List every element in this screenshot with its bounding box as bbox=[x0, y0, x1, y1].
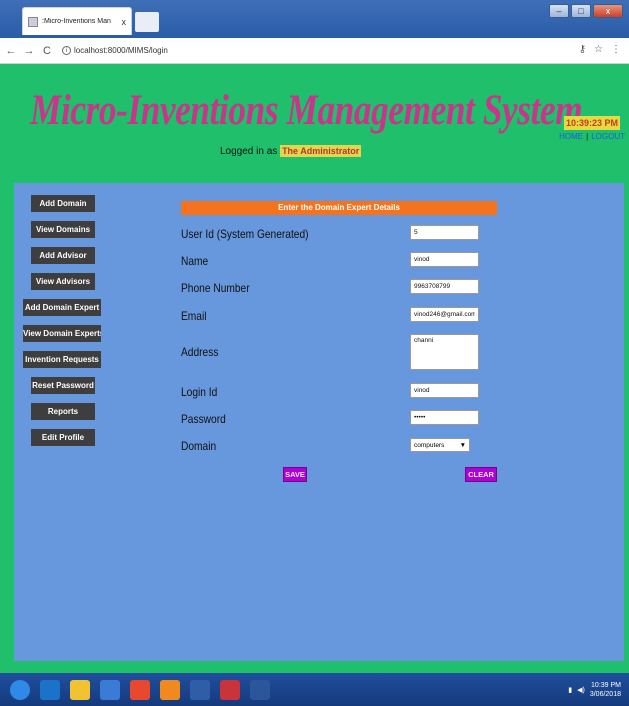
tab-title: :Micro-Inventions Man bbox=[42, 18, 111, 25]
sidebar-item-add-domain[interactable]: Add Domain bbox=[31, 195, 95, 212]
browser-menu-icon[interactable]: ⋮ bbox=[611, 44, 621, 55]
word-icon[interactable] bbox=[250, 679, 270, 700]
domain-row: Domain computers ▼ bbox=[181, 437, 501, 455]
name-field[interactable] bbox=[410, 252, 479, 267]
system-tray: ▮ ◀) 10:39 PM 3/06/2018 bbox=[568, 681, 621, 699]
logout-link[interactable]: LOGOUT bbox=[591, 132, 625, 141]
sidebar-item-view-advisors[interactable]: View Advisors bbox=[31, 273, 95, 290]
user-id-label: User Id (System Generated) bbox=[181, 227, 309, 241]
sidebar-item-view-domain-experts[interactable]: View Domain Experts bbox=[23, 325, 101, 342]
minimize-button[interactable]: – bbox=[549, 4, 569, 18]
reload-icon[interactable]: C bbox=[40, 45, 54, 57]
sidebar: Add Domain View Domains Add Advisor View… bbox=[23, 195, 103, 455]
window-controls: – □ x bbox=[549, 4, 623, 18]
url-field[interactable]: i localhost:8000/MIMS/login bbox=[62, 46, 168, 55]
new-tab-button[interactable] bbox=[135, 12, 159, 32]
email-label: Email bbox=[181, 309, 207, 323]
url-text[interactable]: localhost:8000/MIMS/login bbox=[74, 46, 168, 55]
password-field[interactable] bbox=[410, 410, 479, 425]
sidebar-item-add-domain-expert[interactable]: Add Domain Expert bbox=[23, 299, 101, 316]
taskbar: ▮ ◀) 10:39 PM 3/06/2018 bbox=[0, 673, 629, 706]
domain-select[interactable]: computers ▼ bbox=[410, 438, 470, 452]
domain-selected-value: computers bbox=[414, 441, 445, 449]
login-id-field[interactable] bbox=[410, 383, 479, 398]
phone-field[interactable] bbox=[410, 279, 479, 294]
link-separator: | bbox=[586, 132, 589, 141]
network-icon[interactable]: ▮ bbox=[568, 686, 572, 694]
address-bar: ← → C i localhost:8000/MIMS/login ⚷ ☆ ⋮ bbox=[0, 38, 629, 64]
explorer-icon[interactable] bbox=[70, 679, 90, 700]
app-icon[interactable] bbox=[190, 679, 210, 700]
browser-tab[interactable]: :Micro-Inventions Man x bbox=[22, 7, 132, 35]
back-arrow-icon[interactable]: ← bbox=[4, 45, 18, 57]
tab-close-icon[interactable]: x bbox=[122, 17, 127, 27]
dropdown-arrow-icon: ▼ bbox=[459, 441, 466, 449]
name-row: Name bbox=[181, 252, 501, 270]
tray-date: 3/06/2018 bbox=[589, 691, 621, 698]
tray-time: 10:39 PM bbox=[591, 682, 621, 689]
snip-icon[interactable] bbox=[220, 679, 240, 700]
bookmark-star-icon[interactable]: ☆ bbox=[594, 44, 603, 55]
tray-clock[interactable]: 10:39 PM 3/06/2018 bbox=[590, 681, 621, 699]
sidebar-item-view-domains[interactable]: View Domains bbox=[31, 221, 95, 238]
maximize-button[interactable]: □ bbox=[571, 4, 591, 18]
phone-label: Phone Number bbox=[181, 281, 250, 295]
address-label: Address bbox=[181, 345, 219, 359]
forward-arrow-icon[interactable]: → bbox=[22, 45, 36, 57]
clock: 10:39:23 PM bbox=[563, 116, 620, 130]
logged-in-user: The Administrator bbox=[280, 145, 362, 157]
name-label: Name bbox=[181, 254, 209, 268]
key-icon[interactable]: ⚷ bbox=[579, 44, 586, 55]
app-header: Micro-Inventions Management System Logge… bbox=[0, 64, 629, 176]
phone-row: Phone Number bbox=[181, 279, 501, 297]
user-id-row: User Id (System Generated) bbox=[181, 225, 501, 243]
browser-titlebar: :Micro-Inventions Man x – □ x bbox=[0, 0, 629, 38]
domain-label: Domain bbox=[181, 439, 217, 453]
login-id-row: Login Id bbox=[181, 383, 501, 401]
login-id-label: Login Id bbox=[181, 385, 218, 399]
logged-in-prefix: Logged in as bbox=[220, 146, 278, 157]
sidebar-item-invention-requests[interactable]: Invention Requests bbox=[23, 351, 101, 368]
password-label: Password bbox=[181, 412, 226, 426]
sidebar-item-edit-profile[interactable]: Edit Profile bbox=[31, 429, 95, 446]
email-field[interactable] bbox=[410, 307, 479, 322]
main-panel: Add Domain View Domains Add Advisor View… bbox=[14, 183, 624, 661]
info-icon[interactable]: i bbox=[62, 46, 71, 55]
start-orb-icon[interactable] bbox=[10, 679, 30, 700]
home-link[interactable]: HOME bbox=[559, 132, 583, 141]
form-heading: Enter the Domain Expert Details bbox=[181, 201, 497, 215]
address-bar-actions: ⚷ ☆ ⋮ bbox=[579, 44, 621, 55]
logged-in-info: Logged in as The Administrator bbox=[220, 145, 362, 157]
top-links: HOME | LOGOUT bbox=[559, 132, 625, 141]
page-favicon-icon bbox=[28, 16, 38, 27]
media-icon[interactable] bbox=[100, 679, 120, 700]
clear-button[interactable]: CLEAR bbox=[465, 467, 497, 482]
chrome-icon[interactable] bbox=[130, 679, 150, 700]
email-row: Email bbox=[181, 307, 501, 325]
password-row: Password bbox=[181, 410, 501, 428]
address-field[interactable]: channi bbox=[410, 334, 479, 370]
firefox-icon[interactable] bbox=[160, 679, 180, 700]
address-row: Address channi bbox=[181, 334, 501, 370]
volume-icon[interactable]: ◀) bbox=[577, 686, 585, 694]
save-button[interactable]: SAVE bbox=[283, 467, 307, 482]
sidebar-item-add-advisor[interactable]: Add Advisor bbox=[31, 247, 95, 264]
close-window-button[interactable]: x bbox=[593, 4, 623, 18]
ie-icon[interactable] bbox=[40, 679, 60, 700]
sidebar-item-reset-password[interactable]: Reset Password bbox=[31, 377, 95, 394]
user-id-field[interactable] bbox=[410, 225, 479, 240]
sidebar-item-reports[interactable]: Reports bbox=[31, 403, 95, 420]
app-title: Micro-Inventions Management System bbox=[30, 87, 583, 134]
